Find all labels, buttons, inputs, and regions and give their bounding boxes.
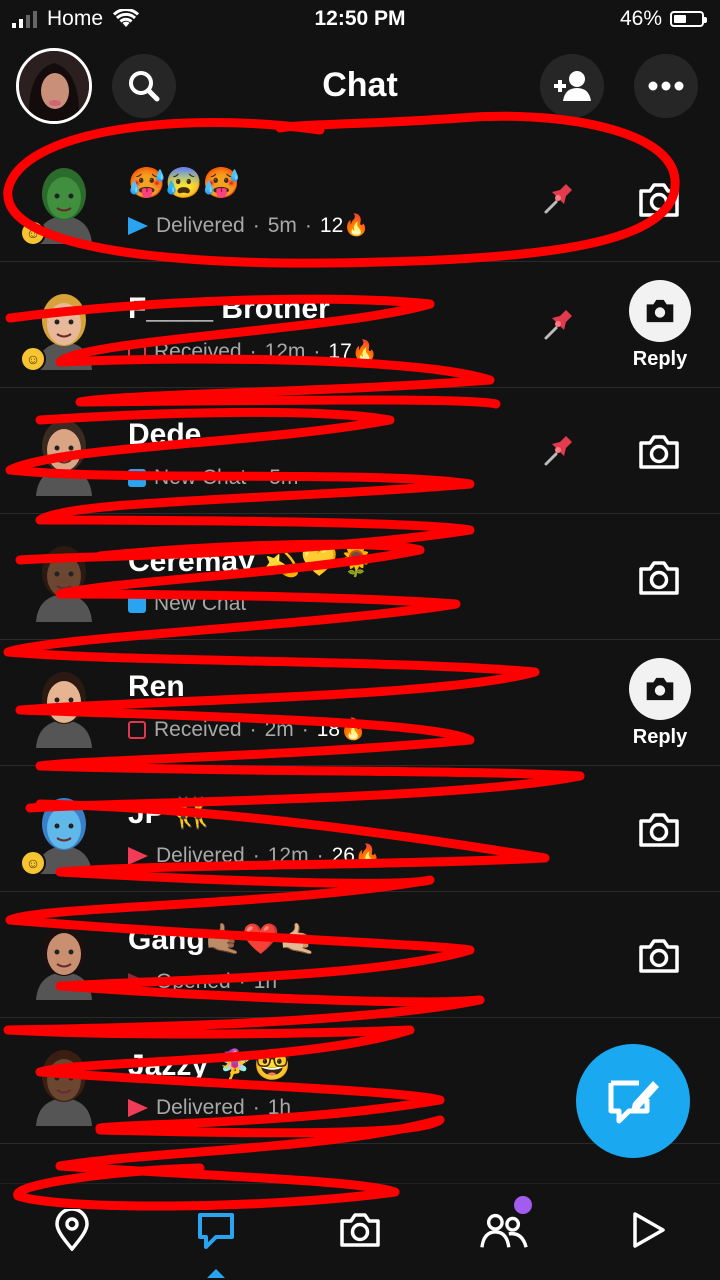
page-title: Chat <box>322 66 398 104</box>
chat-status: New Chat <box>154 466 247 489</box>
streak-count: 18🔥 <box>316 718 367 741</box>
pin-icon <box>536 304 578 346</box>
chat-row[interactable]: ☺ F____ Brother Received · 12m · 17🔥 Reply <box>0 262 720 388</box>
chat-status-line: New Chat · 5m <box>128 466 298 490</box>
battery-percent: 46% <box>619 7 662 30</box>
chat-row[interactable]: Dede New Chat · 5m <box>0 388 720 514</box>
streak-count: 26🔥 <box>331 844 382 867</box>
sent-arrow-icon <box>128 1099 148 1117</box>
chat-status-line: Received · 12m · 17🔥 <box>128 340 378 364</box>
notification-dot <box>514 1196 532 1214</box>
header: Chat <box>0 46 720 126</box>
sent-arrow-icon <box>128 217 148 235</box>
chat-time: 1h <box>267 1096 292 1119</box>
bitmoji-avatar[interactable] <box>28 662 100 748</box>
more-icon <box>648 81 684 91</box>
chat-status: Opened <box>156 970 231 993</box>
streak-count: 17🔥 <box>328 340 378 363</box>
bitmoji-avatar[interactable] <box>28 1040 100 1126</box>
reply-label: Reply <box>632 348 688 370</box>
chat-status-line: Delivered · 1h <box>128 1096 291 1120</box>
chat-status-line: Opened · 1h <box>128 970 277 994</box>
chat-status: Delivered <box>156 214 245 237</box>
chat-status-line: Delivered · 12m · 26🔥 <box>128 844 381 868</box>
nav-spotlight[interactable] <box>624 1206 672 1254</box>
chat-status-line: Received · 2m · 18🔥 <box>128 718 366 742</box>
bitmoji-avatar[interactable] <box>28 914 100 1000</box>
reply-camera-icon <box>629 280 691 342</box>
chat-icon <box>198 1213 234 1249</box>
map-icon <box>55 1209 89 1251</box>
received-icon <box>128 721 146 739</box>
chat-time: 5m <box>269 466 299 489</box>
camera-reply-icon[interactable] <box>636 810 682 850</box>
chat-status: Received <box>154 718 242 741</box>
opened-arrow-icon <box>128 973 148 991</box>
camera-reply-icon[interactable] <box>636 936 682 976</box>
nav-camera[interactable] <box>336 1206 384 1254</box>
friend-emoji-badge: ☺ <box>20 220 46 246</box>
sent-arrow-icon <box>128 847 148 865</box>
chat-list: ☺ 🥵😰🥵 Delivered · 5m · 12🔥 ☺ F____ Brother Receiv… <box>0 136 720 1144</box>
new-chat-icon <box>608 1080 659 1124</box>
camera-reply-icon[interactable] <box>636 180 682 220</box>
friend-emoji-badge: ☺ <box>20 346 46 372</box>
chat-name: F____ Brother <box>128 292 330 325</box>
battery-icon <box>670 11 707 27</box>
chat-time: 12m <box>267 844 309 867</box>
chat-name: 🥵😰🥵 <box>128 167 241 200</box>
chat-row[interactable]: Gang🤙🏽❤️🤙🏼 Opened · 1h <box>0 892 720 1018</box>
streak-count: 12🔥 <box>319 214 370 237</box>
camera-reply-icon[interactable] <box>636 558 682 598</box>
pin-icon <box>536 178 578 220</box>
chat-name: Ren <box>128 670 185 703</box>
status-bar: Home 12:50 PM 46% <box>0 0 720 40</box>
add-friend-button[interactable] <box>540 54 604 118</box>
pin-icon <box>536 430 578 472</box>
chat-time: 2m <box>264 718 294 741</box>
new-chat-indicator-icon <box>128 469 146 487</box>
chat-status: Delivered <box>156 1096 245 1119</box>
chat-status-line: New Chat <box>128 592 246 616</box>
friend-emoji-badge: ☺ <box>20 850 46 876</box>
chat-name: Dede <box>128 418 202 451</box>
chat-row[interactable]: ☺ JP 👯 Delivered · 12m · 26🔥 <box>0 766 720 892</box>
bitmoji-avatar[interactable] <box>28 410 100 496</box>
chat-row[interactable]: ☺ 🥵😰🥵 Delivered · 5m · 12🔥 <box>0 136 720 262</box>
reply-button[interactable]: Reply <box>628 658 692 749</box>
chat-name: Gang🤙🏽❤️🤙🏼 <box>128 923 317 956</box>
nav-chat[interactable] <box>192 1206 240 1254</box>
chat-row[interactable]: Ren Received · 2m · 18🔥 Reply <box>0 640 720 766</box>
nav-stories[interactable] <box>480 1196 532 1254</box>
new-chat-indicator-icon <box>128 595 146 613</box>
spotlight-icon <box>633 1212 665 1248</box>
chat-status: Delivered <box>156 844 245 867</box>
nav-active-indicator <box>207 1269 225 1278</box>
camera-icon <box>340 1213 380 1247</box>
bottom-nav <box>0 1183 720 1280</box>
nav-map[interactable] <box>48 1206 96 1254</box>
reply-camera-icon <box>629 658 691 720</box>
chat-name: Ceremay 💫💛🌻 <box>128 545 376 578</box>
chat-name: Jazzy 🧚‍♀️🤓 <box>128 1049 292 1082</box>
chat-time: 12m <box>264 340 306 363</box>
chat-status: New Chat <box>154 592 247 615</box>
reply-label: Reply <box>632 726 688 748</box>
bitmoji-avatar[interactable] <box>28 536 100 622</box>
reply-button[interactable]: Reply <box>628 280 692 371</box>
chat-status: Received <box>154 340 242 363</box>
stories-icon <box>480 1213 528 1248</box>
chat-time: 1h <box>253 970 278 993</box>
chat-time: 5m <box>267 214 297 237</box>
chat-status-line: Delivered · 5m · 12🔥 <box>128 214 369 238</box>
received-icon <box>128 343 146 361</box>
add-friend-icon <box>554 71 591 101</box>
new-chat-button[interactable] <box>576 1044 690 1158</box>
status-time: 12:50 PM <box>314 7 406 30</box>
chat-row[interactable]: Ceremay 💫💛🌻 New Chat <box>0 514 720 640</box>
chat-name: JP 👯 <box>128 797 210 830</box>
camera-reply-icon[interactable] <box>636 432 682 472</box>
more-button[interactable] <box>634 54 698 118</box>
